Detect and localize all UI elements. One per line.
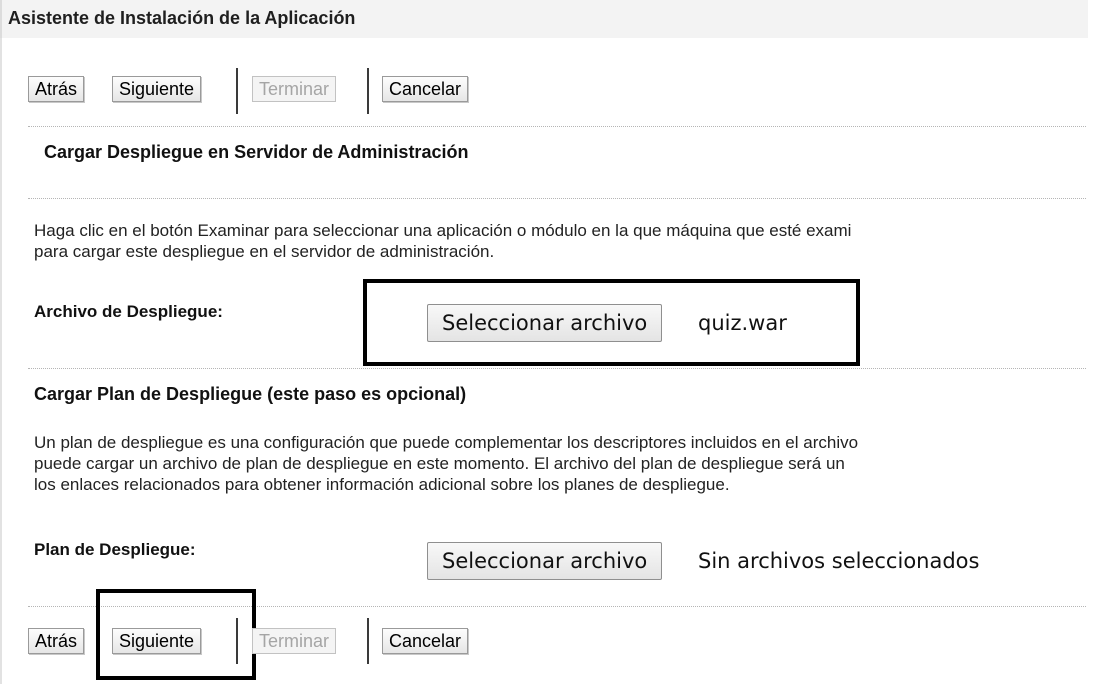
divider xyxy=(28,198,1086,199)
toolbar-separator xyxy=(236,68,238,114)
wizard-title: Asistente de Instalación de la Aplicació… xyxy=(8,8,356,28)
upload-description-line: Haga clic en el botón Examinar para sele… xyxy=(34,221,852,240)
next-button-top[interactable]: Siguiente xyxy=(112,76,202,102)
deployment-file-label: Archivo de Despliegue: xyxy=(34,302,223,321)
plan-description-line: los enlaces relacionados para obtener in… xyxy=(34,475,730,494)
back-button-bottom[interactable]: Atrás xyxy=(28,628,85,654)
finish-button-top[interactable]: Terminar xyxy=(252,76,337,102)
cancel-button-top[interactable]: Cancelar xyxy=(382,76,469,102)
deployment-plan-label: Plan de Despliegue: xyxy=(34,540,196,559)
deployment-file-chooser-button[interactable]: Seleccionar archivo xyxy=(427,304,663,342)
plan-description-line: Un plan de despliegue es una configuraci… xyxy=(34,433,859,452)
plan-section-heading: Cargar Plan de Despliegue (este paso es … xyxy=(34,384,467,404)
finish-button-bottom[interactable]: Terminar xyxy=(252,628,337,654)
deployment-plan-file-status: Sin archivos seleccionados xyxy=(698,549,980,573)
deployment-file-name: quiz.war xyxy=(698,311,787,335)
divider xyxy=(28,368,1086,369)
back-button-top[interactable]: Atrás xyxy=(28,76,85,102)
toolbar-separator xyxy=(236,618,238,664)
plan-description-line: puede cargar un archivo de plan de despl… xyxy=(34,454,845,473)
left-border xyxy=(0,0,2,684)
wizard-titlebar: Asistente de Instalación de la Aplicació… xyxy=(0,0,1088,38)
toolbar-separator xyxy=(367,618,369,664)
cancel-button-bottom[interactable]: Cancelar xyxy=(382,628,469,654)
next-button-bottom[interactable]: Siguiente xyxy=(112,628,202,654)
divider xyxy=(28,126,1086,127)
toolbar-separator xyxy=(367,68,369,114)
deployment-plan-chooser-button[interactable]: Seleccionar archivo xyxy=(427,542,663,580)
upload-description-line: para cargar este despliegue en el servid… xyxy=(34,242,495,261)
upload-section-heading: Cargar Despliegue en Servidor de Adminis… xyxy=(44,142,469,162)
